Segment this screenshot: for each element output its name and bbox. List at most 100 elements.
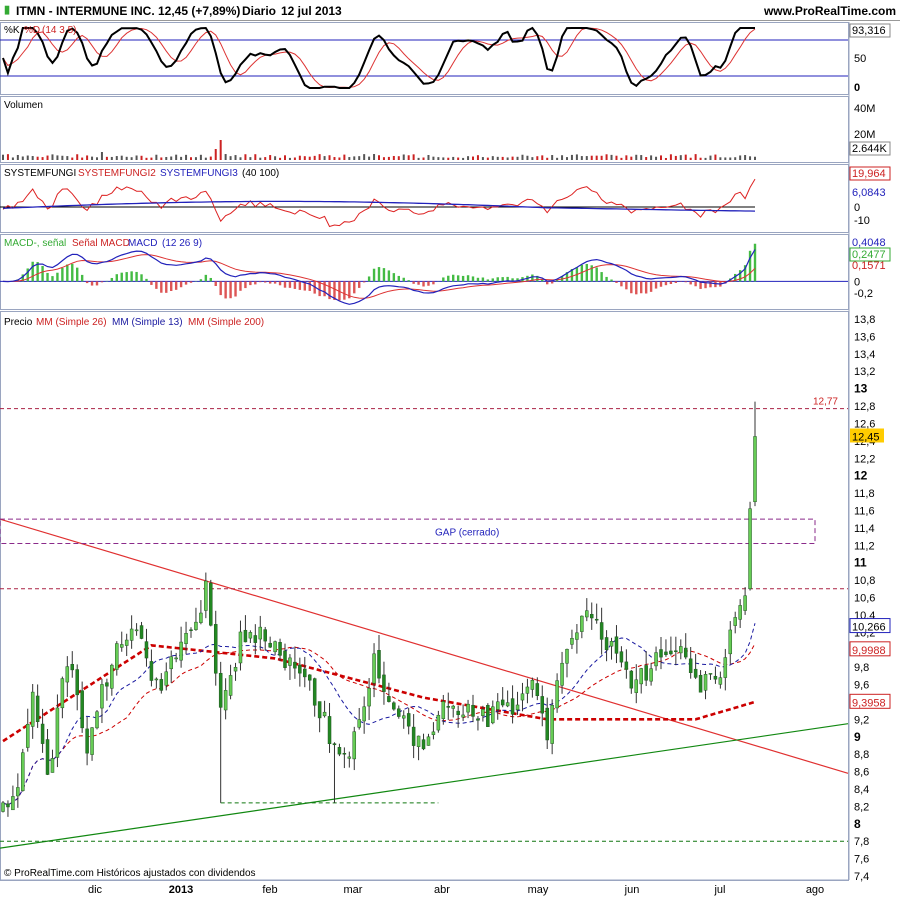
candle	[683, 647, 688, 658]
volume-bar	[407, 155, 410, 160]
candle	[223, 690, 228, 711]
candle	[312, 678, 317, 706]
macd-histogram-bar	[179, 281, 183, 288]
macd-histogram-bar	[481, 277, 485, 282]
volume-bar	[417, 157, 420, 160]
price-tick-label: 11,2	[854, 540, 875, 552]
volume-bar	[333, 157, 336, 160]
candle	[401, 715, 406, 719]
candle	[614, 636, 619, 654]
volume-bar	[135, 155, 138, 160]
price-tick-label: 9,6	[854, 680, 869, 692]
price-tick-label: 9,2	[854, 714, 869, 726]
candle	[317, 701, 322, 719]
candle	[585, 610, 589, 618]
macd-histogram-bar	[46, 272, 49, 282]
price-tick-label: 12,8	[854, 401, 875, 413]
volume-bar	[580, 156, 583, 160]
volume-bar	[640, 155, 643, 160]
price-tick-label: 11,4	[854, 523, 875, 535]
volume-bar	[664, 157, 667, 160]
system-title-2: SYSTEMFUNGI2	[78, 168, 156, 179]
candle	[619, 651, 624, 663]
volume-bar	[105, 156, 108, 160]
macd-histogram-bar	[174, 281, 178, 290]
candle	[411, 726, 416, 746]
system-tick-0: 0	[854, 202, 860, 214]
volume-bar	[234, 155, 237, 160]
macd-histogram-bar	[456, 275, 460, 282]
volume-bar	[699, 157, 702, 160]
macd-histogram-bar	[402, 277, 405, 282]
volume-bar	[452, 156, 455, 160]
volume-bar	[358, 156, 361, 160]
volume-bar	[86, 155, 89, 160]
macd-histogram-bar	[358, 281, 361, 288]
macd-histogram-bar	[501, 277, 504, 282]
candle	[342, 753, 347, 755]
volume-bar	[199, 154, 202, 160]
candle	[456, 710, 460, 715]
macd-histogram-bar	[620, 281, 623, 287]
macd-histogram-bar	[362, 281, 366, 283]
macd-histogram-bar	[496, 277, 499, 282]
volume-bar	[570, 154, 573, 160]
candle	[481, 709, 485, 716]
volume-bar	[506, 157, 509, 160]
candle	[213, 624, 218, 674]
volume-bar	[378, 155, 380, 160]
candle	[634, 679, 639, 693]
x-axis: dic 2013 feb mar abr may jun jul ago	[0, 879, 848, 896]
candle	[115, 643, 119, 670]
volume-bar	[190, 157, 192, 160]
x-tick-label: 2013	[169, 884, 193, 896]
volume-bar	[387, 156, 390, 160]
macd-histogram-bar	[397, 275, 400, 282]
volume-bar	[293, 157, 296, 160]
macd-title-1: MACD-, señal	[4, 238, 66, 249]
system-blue-value: 6,0843	[852, 187, 886, 199]
macd-histogram-bar	[377, 267, 381, 282]
volume-bar	[630, 156, 633, 160]
volume-bar	[145, 157, 148, 160]
volume-bar	[130, 157, 133, 160]
volume-bar	[600, 155, 603, 160]
volume-bar	[744, 155, 747, 160]
volume-bar	[343, 154, 346, 160]
volume-bar	[615, 155, 618, 160]
macd-histogram-bar	[709, 281, 712, 288]
candle	[209, 582, 213, 626]
candle	[674, 650, 678, 652]
volume-bar	[491, 156, 494, 160]
macd-histogram-bar	[491, 278, 494, 282]
macd-histogram-bar	[125, 272, 128, 282]
candle	[129, 628, 134, 641]
volume-bar	[472, 156, 474, 160]
volume-bar	[536, 156, 539, 160]
candle	[80, 690, 84, 729]
candle	[520, 693, 525, 701]
candle	[406, 713, 411, 727]
volume-bar	[155, 154, 158, 160]
volume-title: Volumen	[4, 100, 43, 111]
macd-histogram-bar	[387, 270, 391, 282]
macd-histogram-bar	[432, 281, 435, 285]
macd-histogram-bar	[372, 268, 376, 282]
macd-histogram-bar	[273, 281, 277, 284]
ma200-legend: MM (Simple 200)	[188, 317, 264, 328]
ma26-legend: MM (Simple 26)	[36, 317, 107, 328]
macd-histogram-bar	[610, 279, 613, 282]
volume-bar	[496, 156, 499, 160]
volume-bar	[476, 155, 479, 160]
volume-bar	[501, 156, 504, 160]
macd-histogram-bar	[555, 280, 559, 282]
system-red-value: 19,964	[852, 168, 886, 180]
macd-histogram-bar	[367, 276, 371, 282]
candle	[698, 674, 703, 693]
price-tick-label: 8	[854, 817, 861, 831]
candle	[679, 646, 683, 654]
price-tick-label: 11,8	[854, 488, 875, 500]
volume-bar	[36, 156, 39, 160]
candle	[659, 649, 663, 658]
candle	[525, 686, 530, 694]
